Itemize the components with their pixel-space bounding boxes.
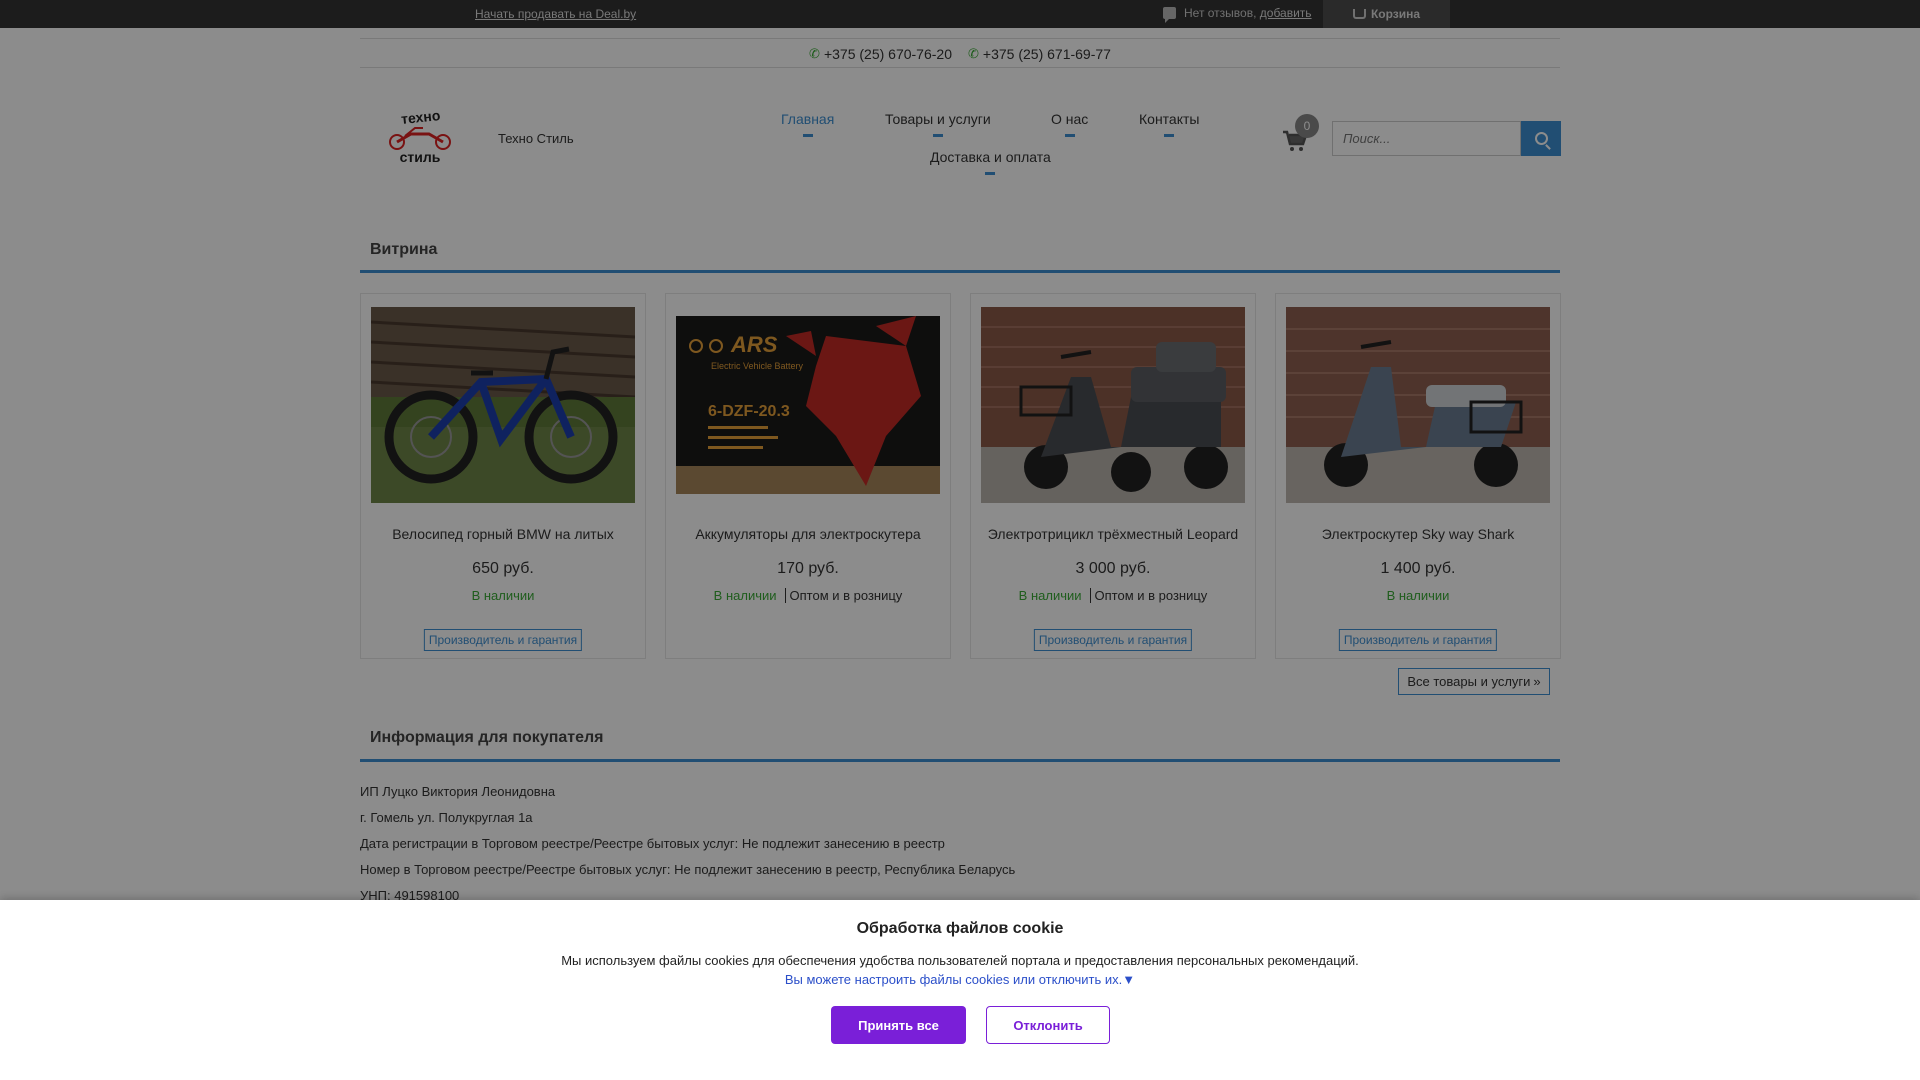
cookie-settings-link[interactable]: Вы можете настроить файлы cookies или от…: [0, 972, 1920, 987]
cookie-title: Обработка файлов cookie: [856, 920, 1064, 937]
modal-backdrop: [0, 0, 1920, 900]
triangle-down-icon: ▼: [1122, 972, 1136, 987]
decline-cookies-button[interactable]: Отклонить: [986, 1006, 1110, 1044]
cookie-settings-label: Вы можете настроить файлы cookies или от…: [784, 972, 1123, 987]
cookie-text: Мы используем файлы cookies для обеспече…: [561, 953, 1359, 968]
accept-all-cookies-button[interactable]: Принять все: [831, 1006, 966, 1044]
cookie-banner: Обработка файлов cookie Мы используем фа…: [0, 900, 1920, 1080]
